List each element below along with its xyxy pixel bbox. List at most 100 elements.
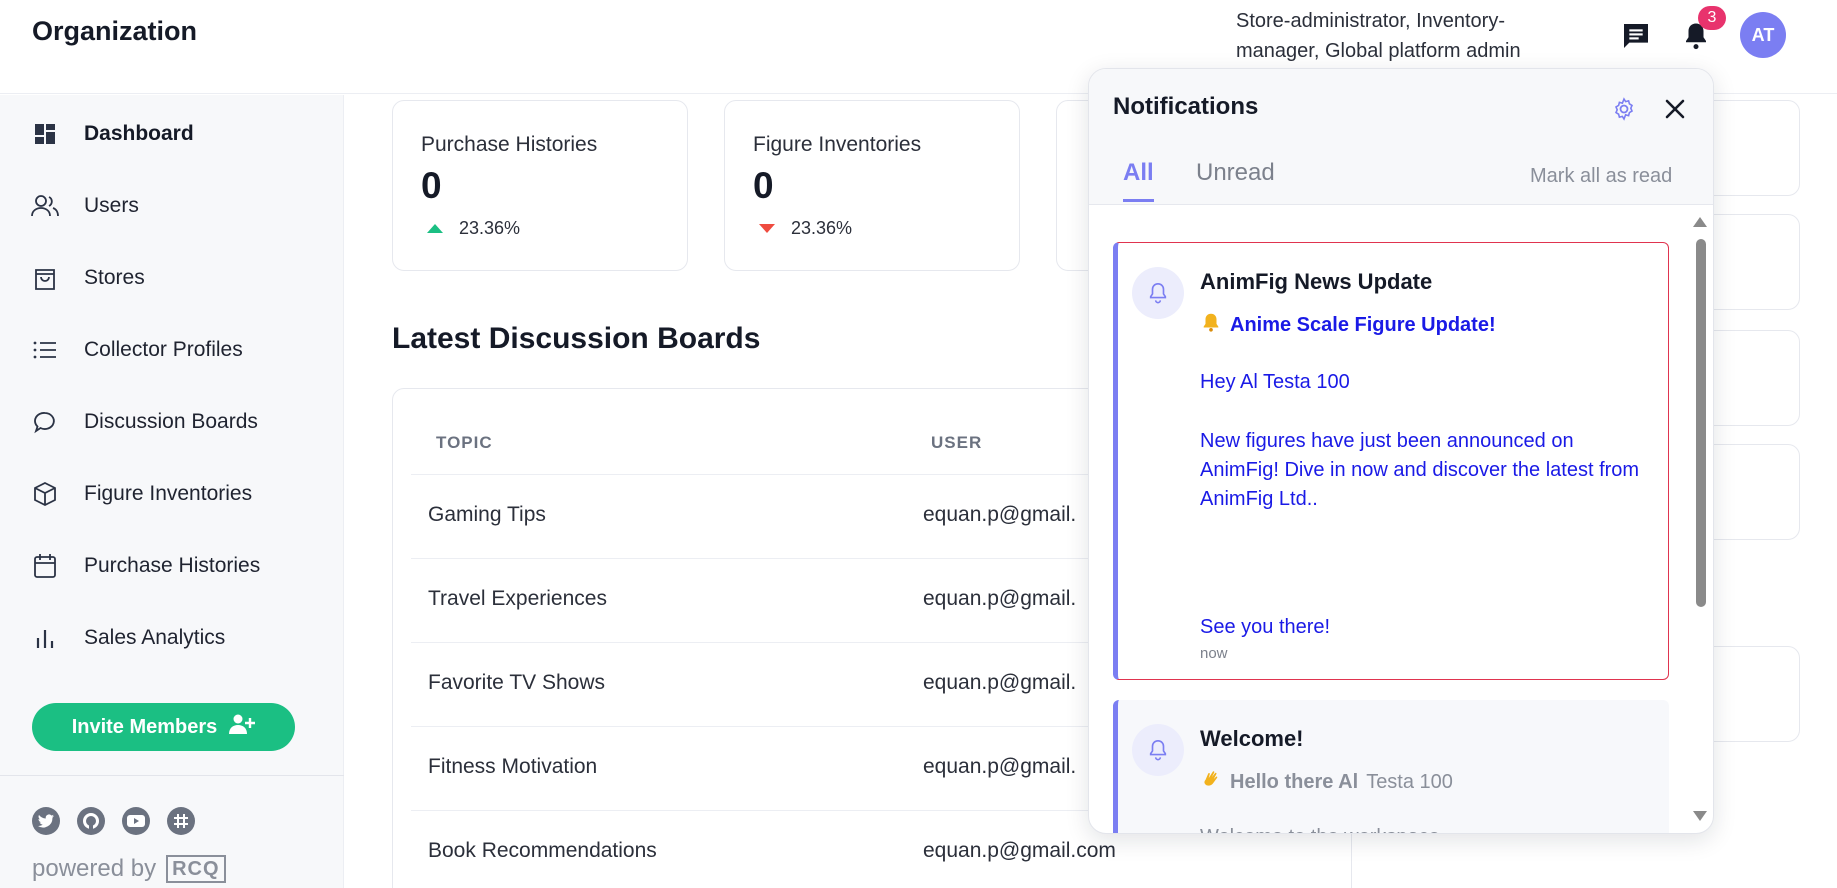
dashboard-icon xyxy=(30,119,60,149)
cube-icon xyxy=(30,479,60,509)
add-user-icon xyxy=(229,714,256,740)
row-topic: Favorite TV Shows xyxy=(428,671,606,694)
users-icon xyxy=(30,191,60,221)
notification-item[interactable]: Welcome! Hello there Al Testa 100 Welcom… xyxy=(1113,700,1669,833)
invite-members-label: Invite Members xyxy=(71,715,218,738)
user-roles: Store-administrator, Inventory-manager, … xyxy=(1236,10,1521,62)
sidebar-item-discussion-boards[interactable]: Discussion Boards xyxy=(30,402,258,442)
chat-icon[interactable] xyxy=(1618,18,1654,54)
github-icon[interactable] xyxy=(77,807,105,835)
sidebar-item-users[interactable]: Users xyxy=(30,186,139,226)
tab-unread[interactable]: Unread xyxy=(1196,159,1275,199)
rcq-logo: RCQ xyxy=(166,855,226,883)
powered-by: powered by RCQ xyxy=(32,855,226,883)
section-title: Latest Discussion Boards xyxy=(392,322,761,355)
sidebar-item-stores[interactable]: Stores xyxy=(30,258,145,298)
notification-subtitle-text: Anime Scale Figure Update! xyxy=(1230,313,1496,336)
avatar[interactable]: AT xyxy=(1740,12,1786,58)
slack-icon[interactable] xyxy=(167,807,195,835)
column-header-topic: TOPIC xyxy=(436,433,493,452)
notification-body: New figures have just been announced on … xyxy=(1200,430,1640,510)
sidebar-item-label: Users xyxy=(84,194,139,217)
tab-all[interactable]: All xyxy=(1123,159,1154,202)
waving-hand-icon xyxy=(1200,768,1222,796)
notifications-panel: Notifications All Unread Mark all as rea… xyxy=(1088,68,1714,834)
right-card xyxy=(1700,100,1800,196)
sidebar-item-collector-profiles[interactable]: Collector Profiles xyxy=(30,330,243,370)
sidebar-item-label: Stores xyxy=(84,266,145,289)
row-topic: Travel Experiences xyxy=(428,587,607,610)
scroll-down-arrow[interactable] xyxy=(1693,811,1707,821)
bar-chart-icon xyxy=(30,623,60,653)
twitter-icon[interactable] xyxy=(32,807,60,835)
right-card xyxy=(1700,214,1800,310)
notification-subtitle-rest: Testa 100 xyxy=(1366,770,1453,793)
gear-icon[interactable] xyxy=(1610,95,1638,123)
notification-subtitle: Anime Scale Figure Update! xyxy=(1200,311,1496,339)
notification-time: now xyxy=(1200,645,1228,662)
stat-value: 0 xyxy=(753,165,774,206)
youtube-icon[interactable] xyxy=(122,807,150,835)
notifications-header: Notifications All Unread Mark all as rea… xyxy=(1089,69,1713,205)
notification-closing: See you there! xyxy=(1200,616,1331,638)
stat-card-purchase-histories[interactable]: Purchase Histories 0 23.36% xyxy=(392,100,688,271)
sidebar-item-purchase-histories[interactable]: Purchase Histories xyxy=(30,546,260,586)
bell-icon xyxy=(1132,724,1184,776)
sidebar-item-label: Sales Analytics xyxy=(84,626,226,649)
powered-by-text: powered by xyxy=(32,855,157,882)
trend-up-icon xyxy=(427,224,443,233)
sidebar: Dashboard Users Stores Collector Profile… xyxy=(0,95,344,888)
row-user: equan.p@gmail. xyxy=(923,755,1077,778)
column-header-user: USER xyxy=(931,433,983,452)
close-icon[interactable] xyxy=(1659,93,1691,125)
bell-icon xyxy=(1132,267,1184,319)
shopping-bag-icon xyxy=(30,263,60,293)
row-user: equan.p@gmail.com xyxy=(923,839,1116,862)
notification-subtitle: Hello there Al Testa 100 xyxy=(1200,768,1453,796)
sidebar-item-label: Collector Profiles xyxy=(84,338,243,361)
sidebar-item-sales-analytics[interactable]: Sales Analytics xyxy=(30,618,225,658)
row-user: equan.p@gmail. xyxy=(923,503,1077,526)
stat-title: Purchase Histories xyxy=(421,133,598,156)
row-topic: Fitness Motivation xyxy=(428,755,598,778)
row-topic: Book Recommendations xyxy=(428,839,657,862)
notification-greeting: Hey Al Testa 100 xyxy=(1200,371,1350,393)
chat-bubble-icon xyxy=(30,407,60,437)
right-card xyxy=(1700,330,1800,426)
row-user: equan.p@gmail. xyxy=(923,587,1077,610)
stat-value: 0 xyxy=(421,165,442,206)
stat-trend: 23.36% xyxy=(759,218,852,239)
stat-title: Figure Inventories xyxy=(753,133,922,156)
notification-count-badge: 3 xyxy=(1698,6,1726,30)
sidebar-item-label: Figure Inventories xyxy=(84,482,253,505)
stat-trend: 23.36% xyxy=(427,218,520,239)
row-user: equan.p@gmail. xyxy=(923,671,1077,694)
right-card xyxy=(1700,646,1800,742)
stat-change: 23.36% xyxy=(459,218,521,238)
calendar-icon xyxy=(30,551,60,581)
notification-title: AnimFig News Update xyxy=(1200,269,1433,294)
sidebar-item-dashboard[interactable]: Dashboard xyxy=(30,114,194,154)
sidebar-item-label: Dashboard xyxy=(84,122,194,145)
sidebar-item-label: Purchase Histories xyxy=(84,554,261,577)
trend-down-icon xyxy=(759,224,775,233)
stat-card-figure-inventories[interactable]: Figure Inventories 0 23.36% xyxy=(724,100,1020,271)
bell-emoji-icon xyxy=(1200,311,1222,339)
row-topic: Gaming Tips xyxy=(428,503,546,526)
invite-members-button[interactable]: Invite Members xyxy=(32,703,295,751)
stat-change: 23.36% xyxy=(791,218,853,238)
scrollbar-thumb[interactable] xyxy=(1696,239,1706,607)
scroll-up-arrow[interactable] xyxy=(1693,217,1707,227)
notification-preview: Welcome to the workspace xyxy=(1200,826,1440,833)
notifications-title: Notifications xyxy=(1113,93,1259,120)
notification-item[interactable]: AnimFig News Update Anime Scale Figure U… xyxy=(1113,242,1669,680)
org-title: Organization xyxy=(32,16,198,46)
sidebar-item-label: Discussion Boards xyxy=(84,410,258,433)
mark-all-read-link[interactable]: Mark all as read xyxy=(1530,165,1672,188)
right-card xyxy=(1700,444,1800,540)
notification-title: Welcome! xyxy=(1200,726,1304,751)
list-icon xyxy=(30,335,60,365)
notification-subtitle-bold: Hello there Al xyxy=(1230,770,1359,793)
sidebar-divider xyxy=(0,775,344,776)
sidebar-item-figure-inventories[interactable]: Figure Inventories xyxy=(30,474,252,514)
